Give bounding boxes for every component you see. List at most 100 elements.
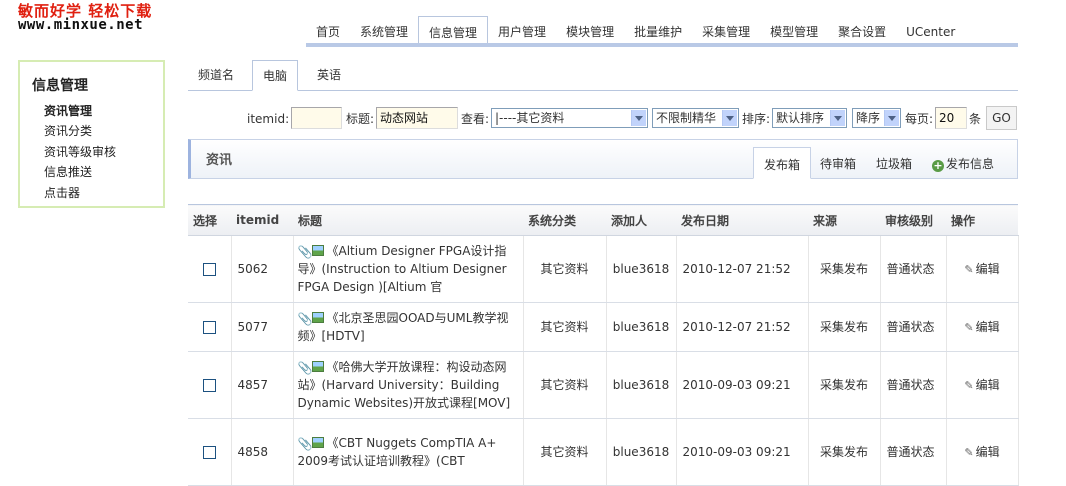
nav-home[interactable]: 首页 bbox=[306, 16, 350, 44]
sidebar-item-level-review[interactable]: 资讯等级审核 bbox=[44, 142, 116, 162]
title-input[interactable]: 动态网站 bbox=[376, 107, 458, 129]
row-title-link[interactable]: 《CBT Nuggets CompTIA A+ 2009考试认证培训教程》(CB… bbox=[298, 436, 497, 468]
row-author: blue3618 bbox=[606, 418, 677, 486]
section-title: 资讯 bbox=[206, 153, 233, 168]
row-author: blue3618 bbox=[606, 351, 677, 419]
row-checkbox-cell bbox=[188, 302, 232, 352]
row-itemid: 4858 bbox=[231, 418, 294, 486]
row-edit-cell: ✎ 编辑 bbox=[946, 235, 1019, 303]
image-icon bbox=[311, 437, 324, 448]
chevron-down-icon bbox=[722, 110, 737, 126]
row-title-cell: 📎 《哈佛大学开放课程：构设动态网站》(Harvard University：Bu… bbox=[293, 351, 524, 419]
nav-info[interactable]: 信息管理 bbox=[418, 16, 489, 44]
row-itemid: 5077 bbox=[231, 302, 294, 352]
view-label: 查看: bbox=[461, 112, 490, 126]
row-level: 普通状态 bbox=[880, 302, 947, 352]
order-select-value: 降序 bbox=[856, 111, 881, 125]
col-source: 来源 bbox=[808, 204, 880, 236]
per-page-label: 每页: bbox=[905, 112, 934, 126]
row-edit-link[interactable]: 编辑 bbox=[976, 320, 1000, 334]
sidebar: 信息管理 资讯管理 资讯分类 资讯等级审核 信息推送 点击器 bbox=[18, 60, 165, 208]
row-source: 采集发布 bbox=[808, 235, 881, 303]
sort-select-value: 默认排序 bbox=[776, 111, 825, 125]
row-edit-link[interactable]: 编辑 bbox=[976, 445, 1000, 459]
sidebar-item-push[interactable]: 信息推送 bbox=[44, 162, 116, 182]
row-itemid: 5062 bbox=[231, 235, 294, 303]
news-table: 选择 itemid 标题 系统分类 添加人 发布日期 来源 审核级别 操作 50… bbox=[188, 204, 1019, 486]
nav-user[interactable]: 用户管理 bbox=[488, 16, 556, 44]
nav-system[interactable]: 系统管理 bbox=[350, 16, 418, 44]
col-author: 添加人 bbox=[606, 204, 676, 236]
category-select-value: |----其它资料 bbox=[495, 111, 565, 125]
row-title-link[interactable]: 《北京圣思园OOAD与UML教学视频》[HDTV] bbox=[298, 311, 509, 343]
nav-model[interactable]: 模型管理 bbox=[760, 16, 828, 44]
row-source: 采集发布 bbox=[808, 302, 881, 352]
col-level: 审核级别 bbox=[880, 204, 946, 236]
row-title-link[interactable]: 《哈佛大学开放课程：构设动态网站》(Harvard University：Bui… bbox=[298, 360, 511, 410]
channel-tabs-divider bbox=[188, 90, 1018, 91]
tab-publish-box[interactable]: 发布箱 bbox=[753, 147, 812, 179]
sidebar-item-news-manage[interactable]: 资讯管理 bbox=[44, 101, 116, 121]
top-nav-divider bbox=[306, 43, 1018, 47]
tab-trash-box[interactable]: 垃圾箱 bbox=[866, 147, 922, 179]
paperclip-icon: 📎 bbox=[297, 437, 313, 451]
row-edit-link[interactable]: 编辑 bbox=[976, 262, 1000, 276]
col-category: 系统分类 bbox=[523, 204, 606, 236]
row-category: 其它资料 bbox=[523, 235, 607, 303]
row-checkbox[interactable] bbox=[202, 379, 216, 392]
tab-computer[interactable]: 电脑 bbox=[252, 60, 299, 91]
row-checkbox[interactable] bbox=[202, 263, 216, 276]
itemid-input[interactable] bbox=[291, 107, 342, 129]
sidebar-list: 资讯管理 资讯分类 资讯等级审核 信息推送 点击器 bbox=[44, 101, 116, 203]
col-select: 选择 bbox=[188, 204, 231, 236]
row-level: 普通状态 bbox=[880, 351, 947, 419]
paperclip-icon: 📎 bbox=[297, 361, 313, 375]
go-button[interactable]: GO bbox=[986, 106, 1017, 130]
sidebar-item-clicker[interactable]: 点击器 bbox=[44, 183, 116, 203]
itemid-label: itemid: bbox=[247, 112, 290, 126]
tab-channel-name[interactable]: 频道名 bbox=[188, 60, 244, 90]
nav-aggregate[interactable]: 聚合设置 bbox=[828, 16, 896, 44]
row-source: 采集发布 bbox=[808, 351, 881, 419]
tab-pending-box[interactable]: 待审箱 bbox=[810, 147, 866, 179]
row-checkbox[interactable] bbox=[202, 446, 216, 459]
row-title-link[interactable]: 《Altium Designer FPGA设计指导》(Instruction t… bbox=[298, 244, 507, 294]
nav-module[interactable]: 模块管理 bbox=[556, 16, 624, 44]
order-select[interactable]: 降序 bbox=[852, 108, 901, 128]
sort-select[interactable]: 默认排序 bbox=[772, 108, 847, 128]
per-page-input[interactable]: 20 bbox=[935, 107, 967, 129]
sidebar-item-news-category[interactable]: 资讯分类 bbox=[44, 121, 116, 141]
table-row: 4857 📎 《哈佛大学开放课程：构设动态网站》(Harvard Universi… bbox=[188, 351, 1019, 419]
chevron-down-icon bbox=[830, 110, 845, 126]
paperclip-icon: 📎 bbox=[297, 245, 313, 259]
row-checkbox-cell bbox=[188, 351, 232, 419]
row-checkbox-cell bbox=[188, 418, 232, 486]
category-select[interactable]: |----其它资料 bbox=[491, 108, 648, 128]
col-title: 标题 bbox=[293, 204, 523, 236]
edit-icon: ✎ bbox=[964, 378, 974, 392]
row-date: 2010-12-07 21:52 bbox=[676, 235, 809, 303]
row-title-cell: 📎 《CBT Nuggets CompTIA A+ 2009考试认证培训教程》(C… bbox=[293, 418, 524, 486]
nav-batch[interactable]: 批量维护 bbox=[624, 16, 692, 44]
row-category: 其它资料 bbox=[523, 351, 607, 419]
edit-icon: ✎ bbox=[964, 320, 974, 334]
table-header-row: 选择 itemid 标题 系统分类 添加人 发布日期 来源 审核级别 操作 bbox=[188, 204, 1018, 236]
row-checkbox[interactable] bbox=[202, 321, 216, 334]
table-row: 5062 📎 《Altium Designer FPGA设计指导》(Instruc… bbox=[188, 235, 1019, 303]
tab-english[interactable]: 英语 bbox=[307, 60, 351, 90]
row-edit-link[interactable]: 编辑 bbox=[976, 378, 1000, 392]
row-edit-cell: ✎ 编辑 bbox=[946, 351, 1019, 419]
title-label: 标题: bbox=[346, 112, 375, 126]
chevron-down-icon bbox=[631, 110, 646, 126]
row-title-cell: 📎 《Altium Designer FPGA设计指导》(Instruction … bbox=[293, 235, 524, 303]
nav-ucenter[interactable]: UCenter bbox=[896, 16, 965, 44]
row-date: 2010-12-07 21:52 bbox=[676, 302, 809, 352]
row-level: 普通状态 bbox=[880, 235, 947, 303]
row-edit-cell: ✎ 编辑 bbox=[946, 418, 1019, 486]
edit-icon: ✎ bbox=[964, 445, 974, 459]
publish-info-button[interactable]: + 发布信息 bbox=[922, 147, 1004, 179]
essence-select[interactable]: 不限制精华 bbox=[652, 108, 739, 128]
row-author: blue3618 bbox=[606, 235, 677, 303]
chevron-down-icon bbox=[884, 110, 899, 126]
nav-collect[interactable]: 采集管理 bbox=[692, 16, 760, 44]
